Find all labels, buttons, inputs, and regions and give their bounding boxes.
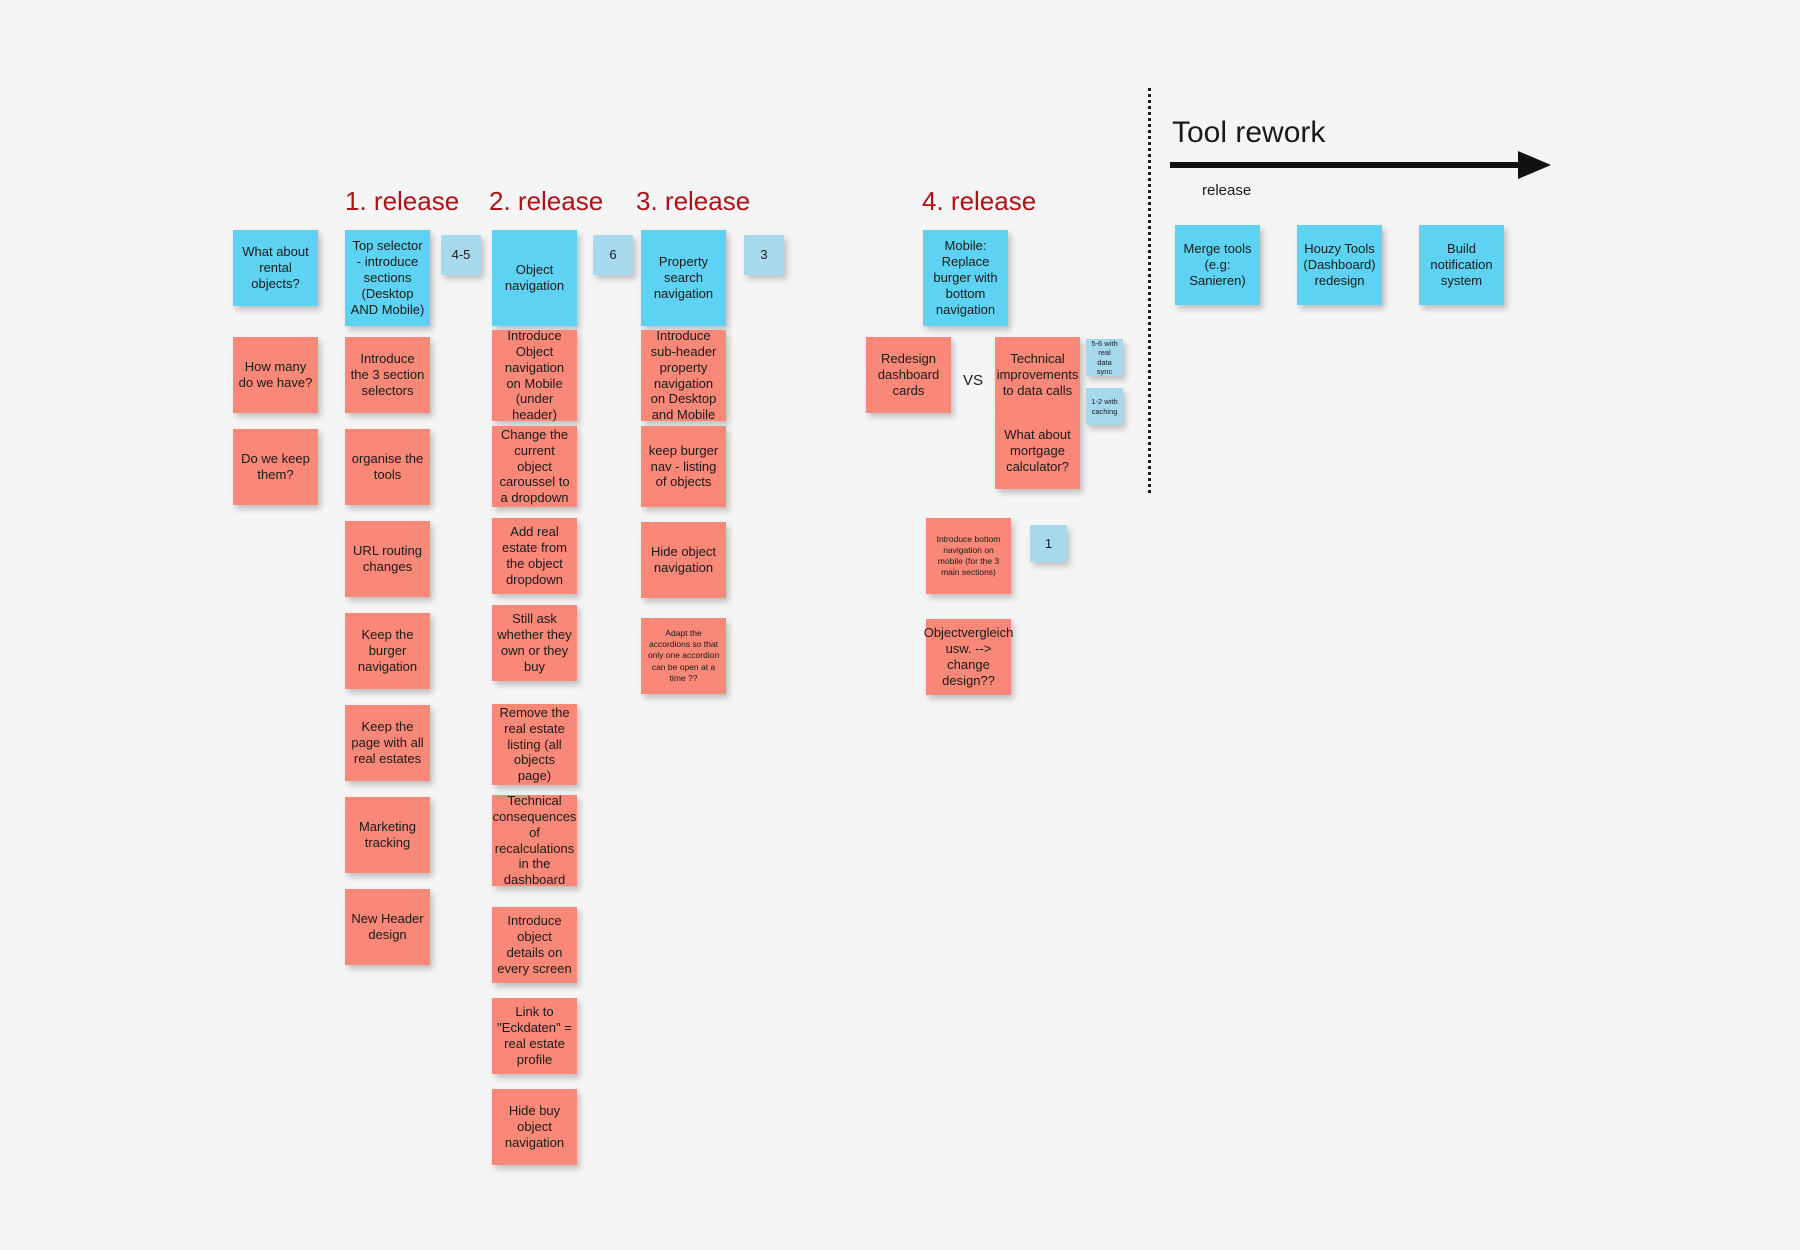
- sticky-note[interactable]: Link to "Eckdaten" = real estate profile: [492, 998, 577, 1074]
- sticky-note[interactable]: How many do we have?: [233, 337, 318, 413]
- sticky-note[interactable]: New Header design: [345, 889, 430, 965]
- sticky-note[interactable]: Do we keep them?: [233, 429, 318, 505]
- sticky-note[interactable]: Houzy Tools (Dashboard) redesign: [1297, 225, 1382, 305]
- vs-label: VS: [963, 372, 984, 389]
- sticky-note[interactable]: URL routing changes: [345, 521, 430, 597]
- estimate-badge[interactable]: 1: [1030, 525, 1067, 562]
- sticky-note[interactable]: What about rental objects?: [233, 230, 318, 306]
- sticky-note[interactable]: Redesign dashboard cards: [866, 337, 951, 413]
- sticky-note[interactable]: keep burger nav - listing of objects: [641, 426, 726, 507]
- sticky-note[interactable]: Introduce the 3 section selectors: [345, 337, 430, 413]
- release-heading-1: 1. release: [345, 186, 460, 216]
- timeline-arrow-caption: release: [1202, 182, 1252, 199]
- estimate-badge[interactable]: 6: [593, 235, 633, 275]
- sticky-note[interactable]: Still ask whether they own or they buy: [492, 605, 577, 681]
- sticky-note[interactable]: Technical improvements to data calls: [995, 337, 1080, 413]
- timeline-arrow: [1170, 150, 1555, 182]
- tool-rework-title: Tool rework: [1172, 116, 1326, 149]
- sticky-note[interactable]: Objectvergleich usw. --> change design??: [924, 619, 1013, 695]
- sticky-note[interactable]: Remove the real estate listing (all obje…: [492, 704, 577, 785]
- sticky-note[interactable]: Mobile: Replace burger with bottom navig…: [923, 230, 1008, 326]
- whiteboard-canvas: 1. release 2. release 3. release 4. release…: [0, 0, 1800, 1250]
- sticky-note[interactable]: Hide object navigation: [641, 522, 726, 598]
- sticky-note[interactable]: Technical consequences of recalculations…: [492, 793, 577, 887]
- sticky-note[interactable]: Change the current object caroussel to a…: [492, 426, 577, 507]
- vertical-dotted-divider: [1148, 88, 1151, 493]
- sticky-note[interactable]: Keep the burger navigation: [345, 613, 430, 689]
- sticky-note[interactable]: Add real estate from the object dropdown: [492, 518, 577, 594]
- sticky-note[interactable]: What about mortgage calculator?: [995, 413, 1080, 489]
- arrow-head-icon: [1518, 151, 1551, 179]
- sticky-note[interactable]: Marketing tracking: [345, 797, 430, 873]
- arrow-line: [1170, 162, 1522, 168]
- sticky-note[interactable]: Merge tools (e.g: Sanieren): [1175, 225, 1260, 305]
- sticky-note[interactable]: Property search navigation: [641, 230, 726, 326]
- sticky-note[interactable]: Introduce Object navigation on Mobile (u…: [492, 328, 577, 422]
- estimate-badge[interactable]: 5-6 with real data sync: [1086, 339, 1123, 376]
- estimate-badge[interactable]: 4-5: [441, 235, 481, 275]
- sticky-note[interactable]: Adapt the accordions so that only one ac…: [641, 618, 726, 694]
- release-heading-4: 4. release: [922, 186, 1037, 216]
- sticky-note[interactable]: Object navigation: [492, 230, 577, 326]
- sticky-note[interactable]: organise the tools: [345, 429, 430, 505]
- sticky-note[interactable]: Introduce object details on every screen: [492, 907, 577, 983]
- sticky-note[interactable]: Keep the page with all real estates: [345, 705, 430, 781]
- sticky-note[interactable]: Introduce bottom navigation on mobile (f…: [926, 518, 1011, 594]
- sticky-note[interactable]: Introduce sub-header property navigation…: [641, 328, 726, 422]
- sticky-note[interactable]: Hide buy object navigation: [492, 1089, 577, 1165]
- sticky-note[interactable]: Build notification system: [1419, 225, 1504, 305]
- estimate-badge[interactable]: 3: [744, 235, 784, 275]
- release-heading-2: 2. release: [489, 186, 604, 216]
- release-heading-3: 3. release: [636, 186, 751, 216]
- sticky-note[interactable]: Top selector - introduce sections (Deskt…: [345, 230, 430, 326]
- estimate-badge[interactable]: 1-2 with caching: [1086, 388, 1123, 425]
